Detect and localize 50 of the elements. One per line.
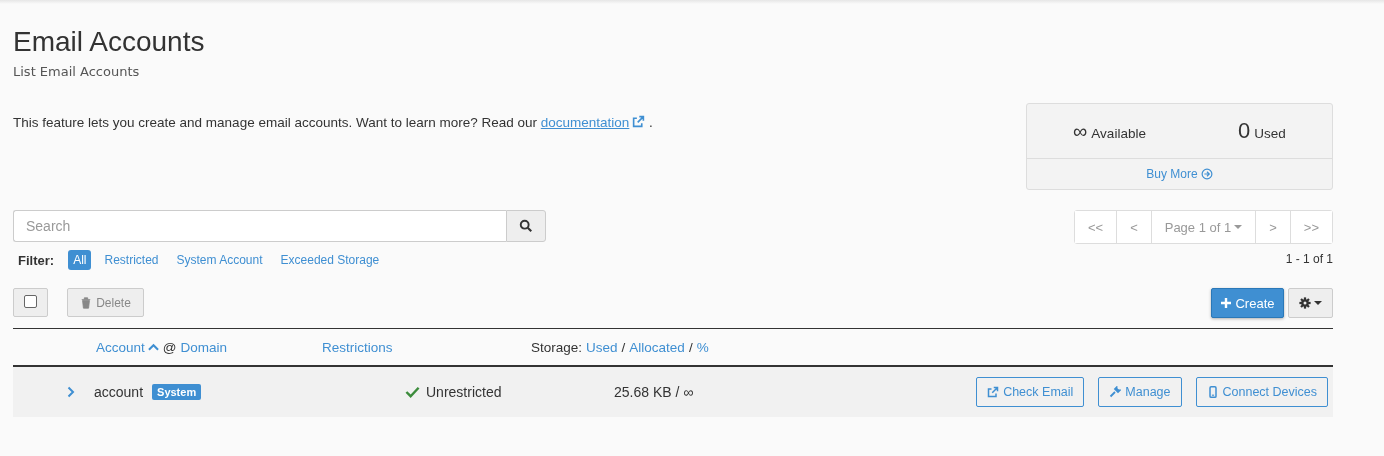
select-all-checkbox[interactable]	[24, 295, 37, 308]
column-header-text: /	[621, 339, 626, 355]
create-button[interactable]: Create	[1211, 288, 1284, 318]
storage-usage: 25.68 KB / ∞	[614, 384, 694, 400]
search-icon	[519, 219, 533, 233]
filter-option[interactable]: Exceeded Storage	[275, 250, 385, 270]
column-header-text: Storage:	[531, 339, 583, 355]
check-icon	[405, 386, 420, 398]
external-link-icon	[632, 115, 646, 128]
settings-icon	[1299, 297, 1311, 309]
trash-icon	[80, 296, 93, 309]
system-badge: System	[152, 384, 202, 400]
column-sort-link[interactable]: Account	[96, 339, 159, 355]
filter-label: Filter:	[18, 252, 55, 268]
filter-option[interactable]: All	[68, 250, 92, 270]
column-header-text: @	[162, 339, 177, 355]
check-email-button[interactable]: Check Email	[976, 377, 1085, 407]
connect-devices-button[interactable]: Connect Devices	[1195, 377, 1328, 407]
documentation-link[interactable]: documentation	[540, 115, 646, 130]
column-sort-link[interactable]: Used	[586, 339, 618, 355]
account-name: account	[94, 384, 144, 400]
column-header-text: /	[688, 339, 693, 355]
first-page-button[interactable]: <<	[1074, 211, 1118, 243]
manage-button[interactable]: Manage	[1098, 377, 1182, 407]
available-value: ∞	[1073, 121, 1088, 141]
column-sort-link[interactable]: Allocated	[629, 339, 685, 355]
wrench-icon	[1109, 386, 1122, 398]
column-sort-link[interactable]: Restrictions	[322, 339, 393, 355]
used-label: Used	[1254, 126, 1286, 141]
filter-option[interactable]: Restricted	[99, 250, 164, 270]
phone-icon	[1206, 386, 1219, 398]
restriction-status: Unrestricted	[426, 384, 502, 400]
page-subtitle: List Email Accounts	[13, 64, 141, 79]
used-value: 0	[1238, 118, 1251, 144]
search-button[interactable]	[506, 210, 546, 242]
arrow-circle-icon	[1200, 168, 1213, 180]
expand-chevron-icon[interactable]	[67, 386, 75, 398]
result-range: 1 - 1 of 1	[1285, 252, 1333, 266]
external-link-icon	[987, 386, 1000, 398]
available-label: Available	[1091, 126, 1146, 141]
search-field[interactable]: Search	[13, 210, 506, 242]
column-sort-link[interactable]: %	[696, 339, 709, 355]
column-sort-link[interactable]: Domain	[180, 339, 228, 355]
select-all-button[interactable]	[13, 288, 48, 317]
plus-icon	[1220, 297, 1233, 309]
buy-more-link[interactable]: Buy More	[1027, 159, 1332, 189]
filter-option[interactable]: System Account	[171, 250, 268, 270]
page-title: Email Accounts	[13, 26, 206, 58]
settings-button[interactable]	[1288, 288, 1333, 318]
intro-text: This feature lets you create and manage email accounts. Want to learn more? Read our documentation .	[13, 115, 653, 130]
